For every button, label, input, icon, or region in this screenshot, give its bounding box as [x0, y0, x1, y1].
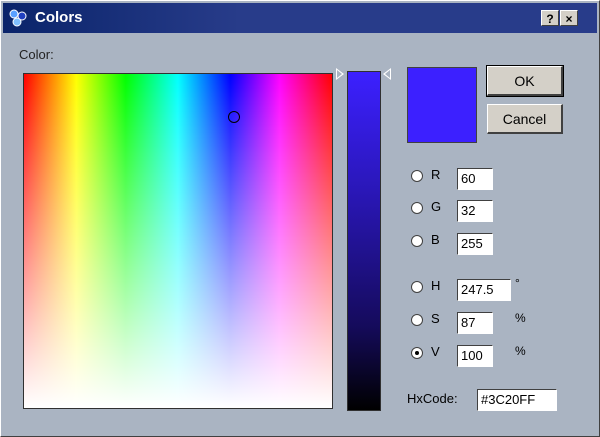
r-field[interactable]: 60 — [457, 168, 493, 190]
label-r: R — [431, 167, 441, 182]
label-v: V — [431, 344, 440, 359]
h-unit: ° — [515, 276, 520, 290]
color-cursor-icon[interactable] — [228, 111, 240, 123]
color-label: Color: — [19, 47, 54, 62]
window-title: Colors — [35, 9, 83, 26]
radio-b[interactable] — [411, 235, 423, 247]
s-unit: % — [515, 311, 526, 325]
color-spectrum-picker[interactable] — [23, 73, 333, 409]
g-field[interactable]: 32 — [457, 200, 493, 222]
colors-dialog: Colors ? × Color: OK Cancel R 60 G 32 B … — [0, 0, 600, 437]
radio-g[interactable] — [411, 202, 423, 214]
label-h: H — [431, 278, 441, 293]
hex-field[interactable]: #3C20FF — [477, 389, 557, 411]
close-button[interactable]: × — [560, 10, 578, 26]
value-slider[interactable] — [347, 71, 381, 411]
hex-label: HxCode: — [407, 391, 458, 406]
s-field[interactable]: 87 — [457, 312, 493, 334]
slider-right-arrow-inner — [385, 70, 390, 78]
v-unit: % — [515, 344, 526, 358]
radio-v[interactable] — [411, 347, 423, 359]
slider-left-arrow-inner — [337, 70, 342, 78]
radio-s[interactable] — [411, 314, 423, 326]
radio-r[interactable] — [411, 170, 423, 182]
cancel-button[interactable]: Cancel — [487, 104, 563, 134]
title-bar[interactable]: Colors ? × — [3, 3, 597, 33]
label-s: S — [431, 311, 440, 326]
label-g: G — [431, 199, 442, 214]
color-preview-swatch — [407, 67, 477, 143]
color-palette-icon — [9, 9, 27, 27]
radio-h[interactable] — [411, 281, 423, 293]
ok-button[interactable]: OK — [486, 65, 564, 97]
help-button[interactable]: ? — [541, 10, 559, 26]
v-field[interactable]: 100 — [457, 345, 493, 367]
h-field[interactable]: 247.5 — [457, 279, 511, 301]
label-b: B — [431, 232, 440, 247]
b-field[interactable]: 255 — [457, 233, 493, 255]
